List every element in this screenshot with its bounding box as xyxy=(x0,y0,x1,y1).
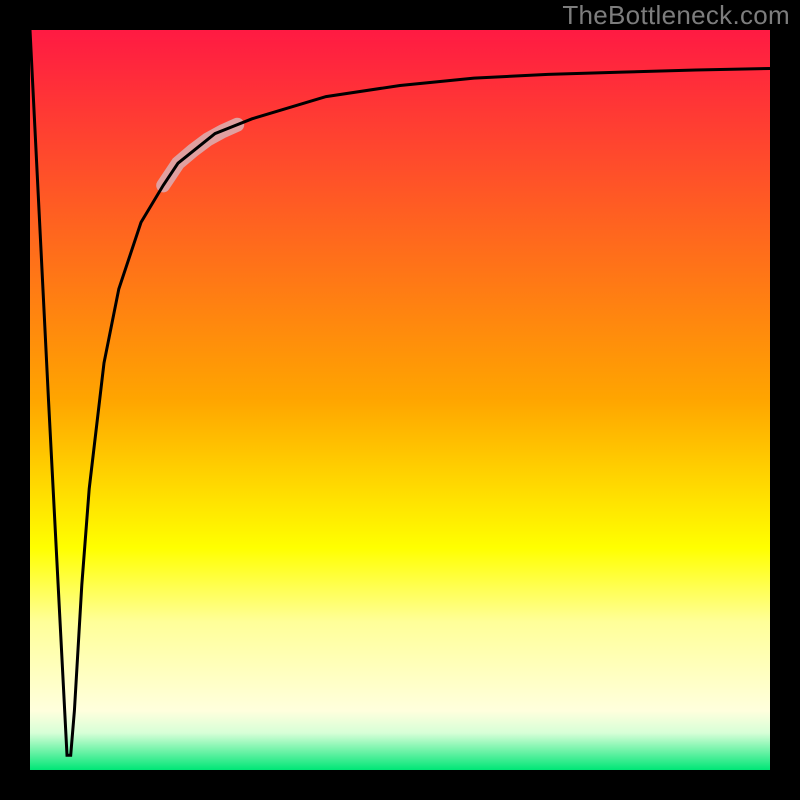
gradient-background xyxy=(30,30,770,770)
watermark-text: TheBottleneck.com xyxy=(562,0,790,31)
bottleneck-chart-svg xyxy=(0,0,800,800)
chart-container: TheBottleneck.com xyxy=(0,0,800,800)
